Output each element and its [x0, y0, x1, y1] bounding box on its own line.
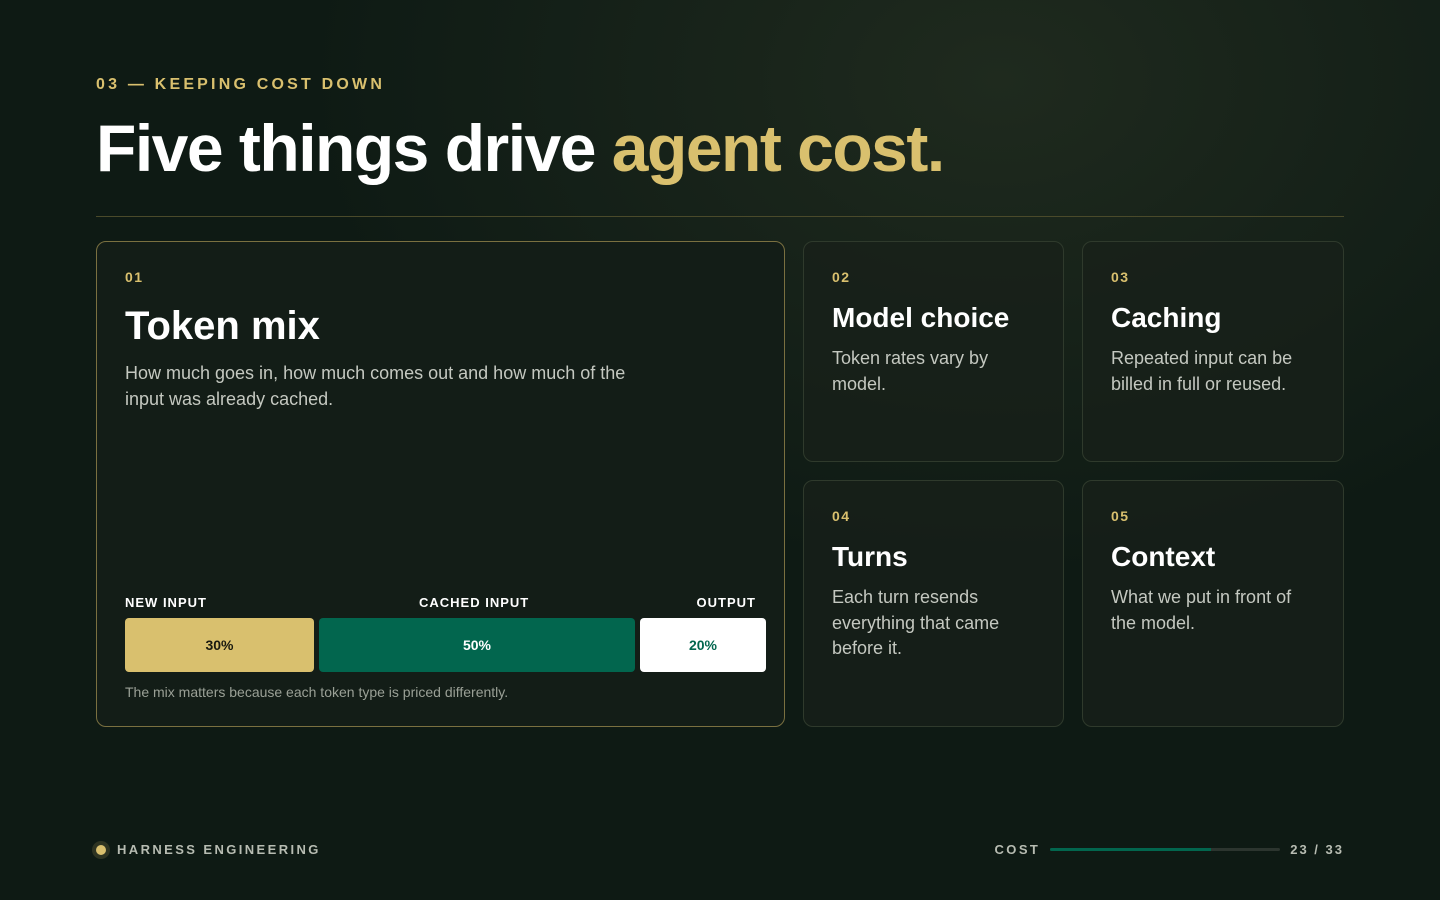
card-caching: 03 Caching Repeated input can be billed …: [1082, 241, 1344, 462]
card-number: 04: [832, 508, 851, 524]
mix-value-output: 20%: [688, 637, 718, 653]
card-title: Turns: [832, 541, 908, 572]
card-context: 05 Context What we put in front of the m…: [1082, 480, 1344, 727]
card-model-choice: 02 Model choice Token rates vary by mode…: [803, 241, 1064, 462]
section-label: COST: [994, 842, 1041, 857]
footer-progress: COST 23 / 33: [995, 842, 1344, 857]
mix-bar-cached-input: 50%: [319, 618, 635, 672]
deck-progress-fill: [1050, 848, 1211, 851]
title-accent: agent cost.: [611, 111, 945, 185]
mix-value-cached-input: 50%: [462, 637, 492, 653]
card-description: What we put in front of the model.: [1111, 587, 1292, 633]
card-title: Context: [1111, 541, 1216, 572]
deck-progress-bar: [1050, 848, 1281, 851]
card-description: Repeated input can be billed in full or …: [1111, 348, 1293, 394]
mix-bar-new-input: 30%: [125, 618, 314, 672]
mix-label-cached-input: CACHED INPUT: [419, 595, 530, 610]
divider: [96, 216, 1344, 217]
title-lead: Five things drive: [96, 111, 612, 185]
card-number: 01: [125, 269, 144, 285]
mix-label-new-input: NEW INPUT: [125, 595, 207, 610]
page-title: Five things drive agent cost.: [96, 108, 945, 188]
brand-dot-icon: [96, 844, 106, 855]
section-eyebrow: 03 — KEEPING COST DOWN: [96, 76, 386, 93]
card-description: Token rates vary by model.: [832, 348, 989, 394]
page-counter: 23 / 33: [1290, 842, 1344, 857]
card-title: Token mix: [125, 304, 320, 348]
card-description: Each turn resends everything that came b…: [832, 587, 1000, 658]
card-token-mix: 01 Token mix How much goes in, how much …: [96, 241, 785, 727]
brand-name: HARNESS ENGINEERING: [117, 842, 321, 857]
card-number: 03: [1111, 269, 1130, 285]
card-number: 02: [832, 269, 851, 285]
footer-brand: HARNESS ENGINEERING: [96, 842, 321, 857]
card-turns: 04 Turns Each turn resends everything th…: [803, 480, 1064, 727]
card-number: 05: [1111, 508, 1130, 524]
mix-footnote: The mix matters because each token type …: [125, 684, 509, 700]
card-description: How much goes in, how much comes out and…: [125, 363, 626, 409]
card-title: Model choice: [832, 302, 1010, 333]
card-title: Caching: [1111, 302, 1222, 333]
mix-value-new-input: 30%: [205, 637, 234, 653]
mix-label-output: OUTPUT: [696, 595, 756, 610]
mix-bar-output: 20%: [640, 618, 766, 672]
